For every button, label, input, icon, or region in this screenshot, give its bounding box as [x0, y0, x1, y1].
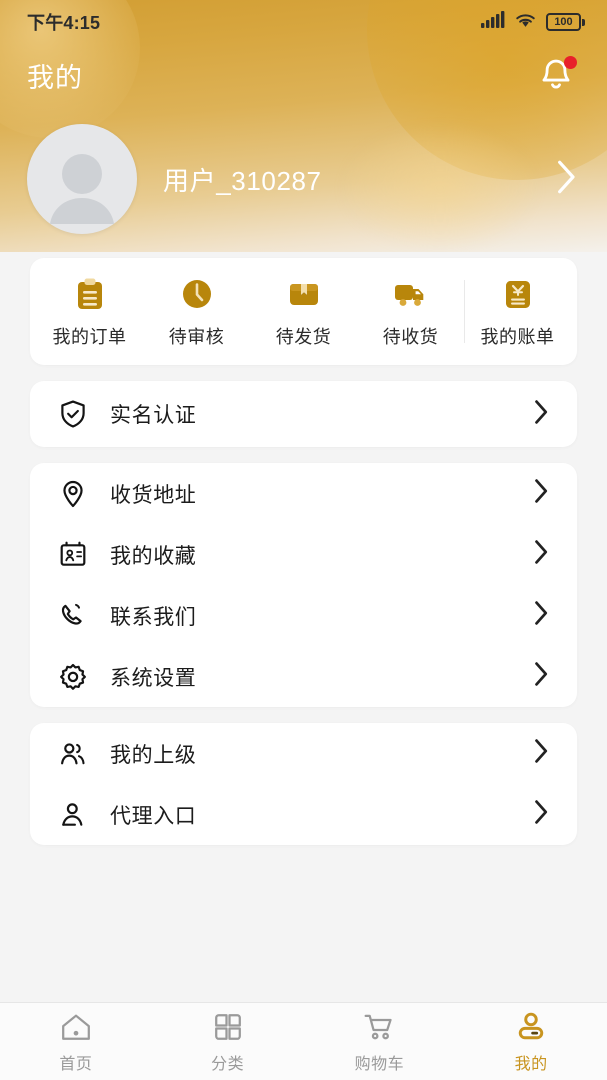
menu-item-my-superior[interactable]: 我的上级 [30, 723, 577, 784]
order-shortcut-label: 待审核 [168, 326, 225, 347]
menu-item-my-favorites[interactable]: 我的收藏 [30, 524, 577, 585]
general-menu-card: 收货地址 我的收藏 联系我们 系统设置 [30, 463, 577, 707]
users-icon [58, 739, 92, 769]
menu-item-label: 我的上级 [110, 743, 197, 767]
order-shortcut-pending-receipt[interactable]: 待收货 [357, 258, 464, 365]
tab-label: 首页 [59, 1055, 93, 1073]
menu-item-label: 系统设置 [110, 666, 197, 690]
battery-icon: 100 [546, 13, 585, 31]
chevron-right-icon[interactable] [527, 736, 553, 771]
avatar-placeholder-icon [50, 154, 114, 224]
order-shortcut-my-orders[interactable]: 我的订单 [36, 258, 143, 365]
user-icon [58, 800, 92, 830]
tab-label: 购物车 [354, 1055, 405, 1073]
signal-bars-icon [481, 10, 505, 34]
clipboard-icon [71, 275, 109, 313]
status-time: 下午4:15 [27, 13, 101, 33]
menu-item-system-settings[interactable]: 系统设置 [30, 646, 577, 707]
shield-check-icon [58, 399, 92, 429]
grid-icon [211, 1010, 245, 1044]
order-shortcuts-card: 我的订单 待审核 待发货 待收货 我的账单 [30, 258, 577, 365]
battery-level: 100 [554, 15, 573, 28]
menu-item-contact-us[interactable]: 联系我们 [30, 585, 577, 646]
profile-page: 下午4:15 100 我的 用户_310287 我的订单 待审核 待发货 待收货… [0, 0, 607, 1080]
avatar[interactable] [27, 124, 137, 234]
menu-item-shipping-address[interactable]: 收货地址 [30, 463, 577, 524]
location-pin-icon [58, 479, 92, 509]
chevron-right-icon[interactable] [527, 659, 553, 694]
notification-button[interactable] [533, 52, 579, 98]
phone-icon [58, 601, 92, 631]
menu-item-label: 代理入口 [110, 804, 197, 828]
clock-icon [178, 275, 216, 313]
cart-icon [362, 1010, 396, 1044]
chevron-right-icon[interactable] [527, 797, 553, 832]
order-shortcut-label: 待发货 [275, 326, 332, 347]
menu-item-real-name-verification[interactable]: 实名认证 [30, 381, 577, 447]
profile-chevron-right-icon[interactable] [549, 154, 581, 205]
id-card-icon [58, 540, 92, 570]
menu-item-label: 收货地址 [110, 483, 197, 507]
verification-card: 实名认证 [30, 381, 577, 447]
wifi-icon [514, 11, 537, 34]
order-shortcut-pending-shipment[interactable]: 待发货 [250, 258, 357, 365]
chevron-right-icon[interactable] [527, 537, 553, 572]
tab-cart[interactable]: 购物车 [304, 1010, 456, 1074]
agency-menu-card: 我的上级 代理入口 [30, 723, 577, 845]
chevron-right-icon[interactable] [527, 598, 553, 633]
tab-home[interactable]: 首页 [0, 1010, 152, 1074]
tab-profile[interactable]: 我的 [455, 1010, 607, 1074]
order-shortcut-pending-review[interactable]: 待审核 [143, 258, 250, 365]
order-shortcuts: 我的订单 待审核 待发货 待收货 我的账单 [30, 258, 577, 365]
chevron-right-icon[interactable] [527, 476, 553, 511]
status-icons: 100 [481, 10, 585, 34]
order-shortcut-my-bills[interactable]: 我的账单 [464, 258, 571, 365]
menu-item-label: 联系我们 [110, 605, 197, 629]
notification-badge-dot [564, 56, 577, 69]
header-title-row: 我的 [0, 44, 607, 106]
menu-item-label: 实名认证 [110, 404, 197, 427]
tab-label: 分类 [211, 1055, 245, 1073]
order-shortcut-label: 我的订单 [52, 326, 127, 347]
tab-label: 我的 [514, 1055, 548, 1073]
profile-row[interactable]: 用户_310287 [0, 120, 607, 238]
page-header: 下午4:15 100 我的 用户_310287 [0, 0, 607, 252]
tab-category[interactable]: 分类 [152, 1010, 304, 1074]
home-icon [59, 1010, 93, 1044]
chevron-right-icon[interactable] [527, 397, 553, 432]
bottom-tab-bar: 首页 分类 购物车 我的 [0, 1002, 607, 1080]
username: 用户_310287 [163, 165, 322, 196]
order-shortcut-label: 我的账单 [480, 326, 555, 347]
page-title: 我的 [27, 62, 83, 93]
package-box-icon [285, 275, 323, 313]
gear-icon [58, 662, 92, 692]
page-content: 我的订单 待审核 待发货 待收货 我的账单 实名认证 收货地址 我的收藏 联系我… [0, 252, 607, 1002]
status-bar: 下午4:15 100 [0, 0, 607, 44]
bill-yuan-icon [499, 275, 537, 313]
menu-item-agent-entry[interactable]: 代理入口 [30, 784, 577, 845]
menu-item-label: 我的收藏 [110, 544, 197, 568]
person-icon [514, 1010, 548, 1044]
order-shortcut-label: 待收货 [382, 326, 439, 347]
delivery-truck-icon [392, 275, 430, 313]
